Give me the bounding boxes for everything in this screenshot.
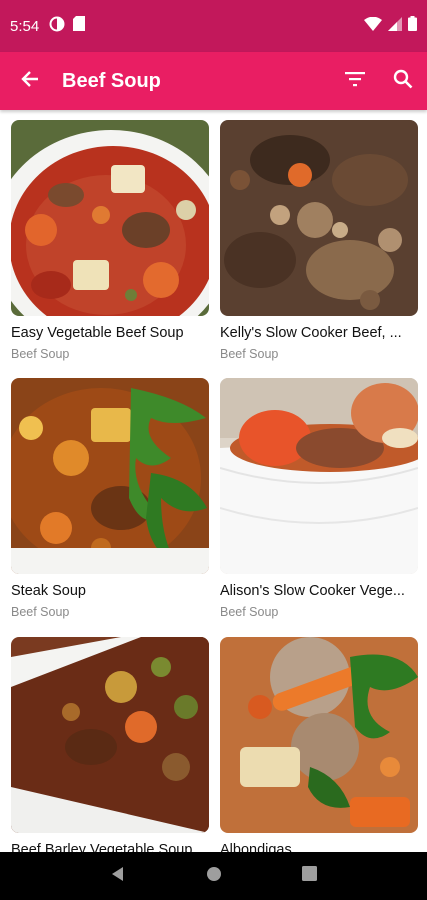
search-button[interactable] <box>379 52 427 110</box>
back-button[interactable] <box>0 52 60 110</box>
nav-home-icon[interactable] <box>206 866 222 887</box>
search-icon <box>393 69 413 94</box>
wifi-icon <box>364 16 382 36</box>
system-nav-bar <box>0 852 427 900</box>
status-bar: 5:54 <box>0 0 427 52</box>
data-saver-icon <box>49 16 65 37</box>
page-title: Beef Soup <box>62 69 161 92</box>
arrow-back-icon <box>20 69 40 94</box>
recipe-title: Kelly's Slow Cooker Beef, ... <box>220 325 402 341</box>
nav-back-icon[interactable] <box>110 866 126 887</box>
recipe-card[interactable]: Alison's Slow Cooker Vege... Beef Soup <box>220 378 418 619</box>
recipe-title: Easy Vegetable Beef Soup <box>11 325 184 341</box>
filter-icon <box>345 71 365 92</box>
recipe-grid: Easy Vegetable Beef Soup Beef Soup Kelly… <box>0 110 427 852</box>
recipe-card[interactable]: Easy Vegetable Beef Soup Beef Soup <box>11 120 209 361</box>
status-time: 5:54 <box>10 17 40 35</box>
recipe-card[interactable]: Beef Barley Vegetable Soup <box>11 637 209 852</box>
recipe-image <box>11 378 209 574</box>
recipe-category: Beef Soup <box>11 605 70 619</box>
battery-icon <box>408 16 417 36</box>
cell-signal-icon <box>388 16 402 36</box>
filter-button[interactable] <box>331 52 379 110</box>
recipe-card[interactable]: Albondigas <box>220 637 418 852</box>
app-bar: Beef Soup <box>0 52 427 110</box>
recipe-title: Beef Barley Vegetable Soup <box>11 842 193 852</box>
recipe-title: Steak Soup <box>11 583 86 599</box>
nav-recents-icon[interactable] <box>302 866 317 886</box>
recipe-title: Alison's Slow Cooker Vege... <box>220 583 405 599</box>
recipe-category: Beef Soup <box>11 347 70 361</box>
sd-card-icon <box>73 16 86 36</box>
recipe-card[interactable]: Steak Soup Beef Soup <box>11 378 209 619</box>
recipe-category: Beef Soup <box>220 347 279 361</box>
recipe-title: Albondigas <box>220 842 292 852</box>
recipe-image <box>11 120 209 316</box>
recipe-image <box>11 637 209 833</box>
recipe-image <box>220 120 418 316</box>
recipe-image <box>220 378 418 574</box>
recipe-image <box>220 637 418 833</box>
recipe-category: Beef Soup <box>220 605 279 619</box>
recipe-card[interactable]: Kelly's Slow Cooker Beef, ... Beef Soup <box>220 120 418 361</box>
